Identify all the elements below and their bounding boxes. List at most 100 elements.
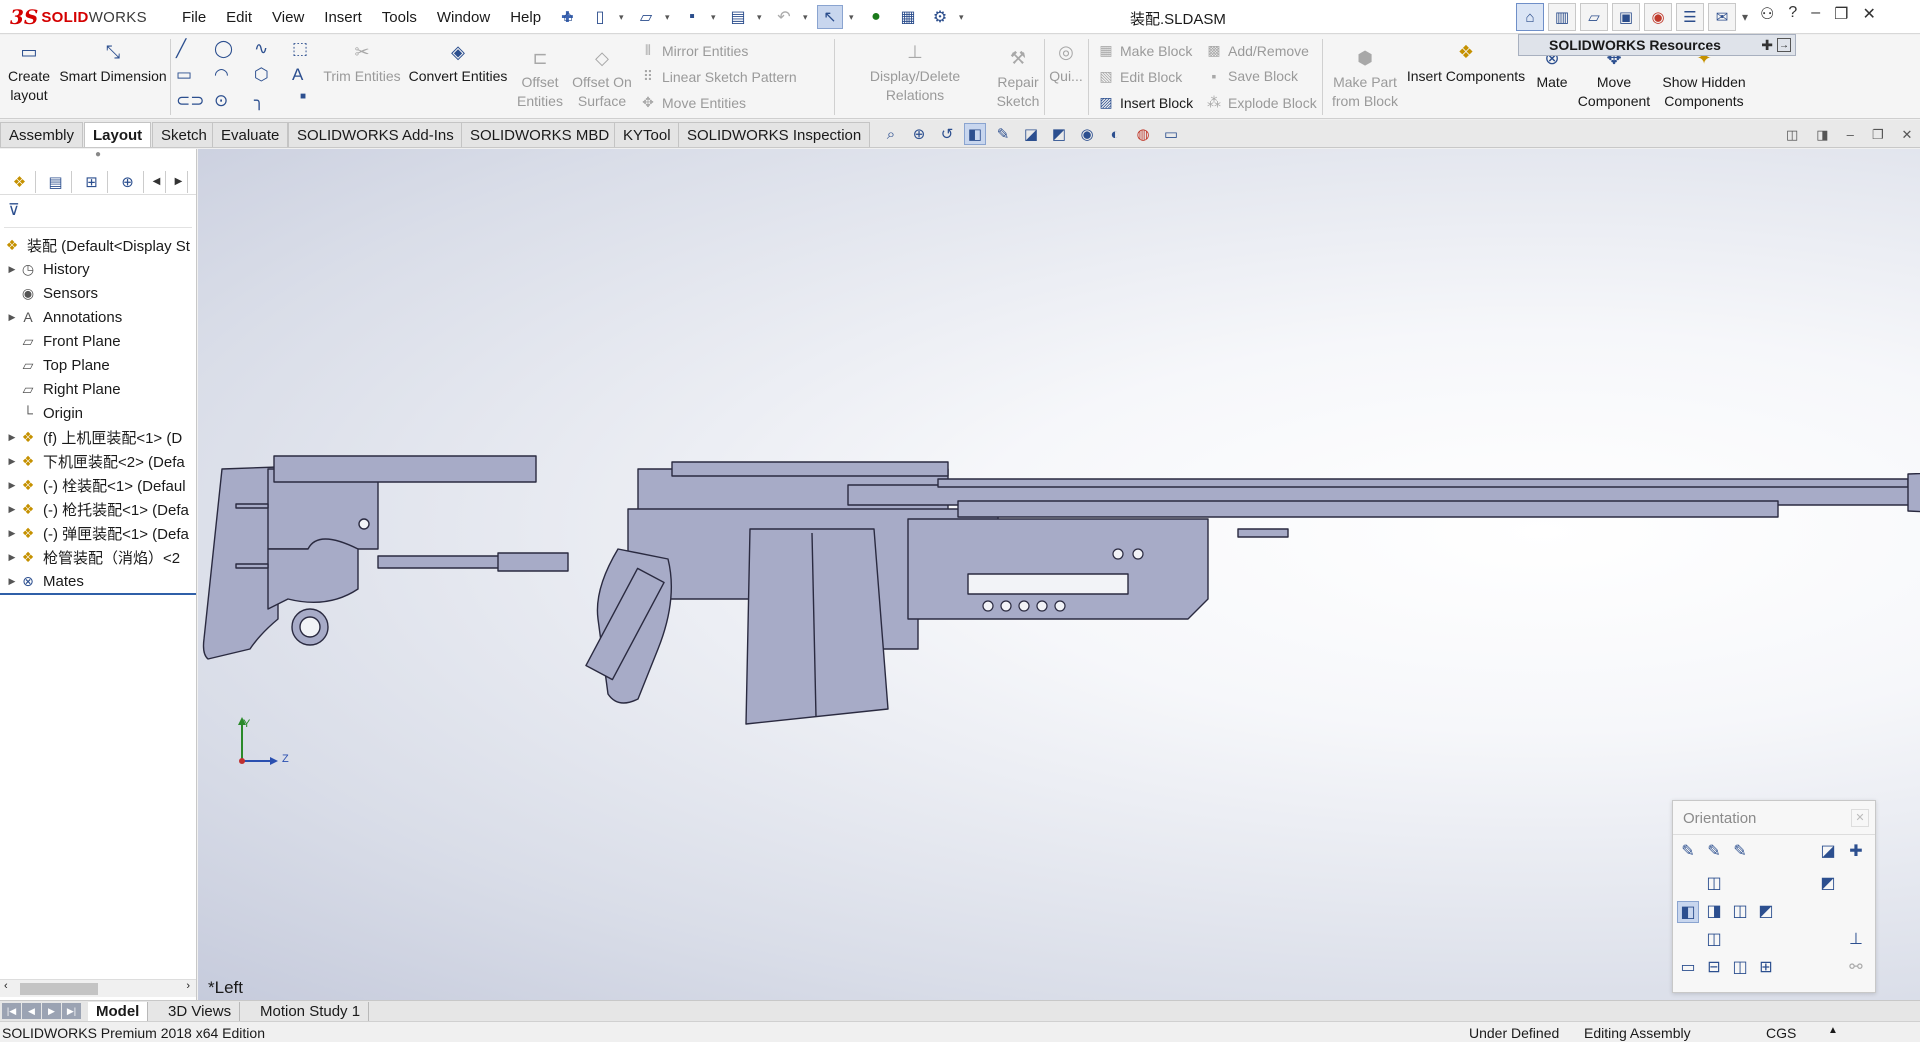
- last-tab-icon[interactable]: ▶|: [62, 1003, 81, 1019]
- explode-block-button[interactable]: ⁂ Explode Block: [1206, 94, 1317, 111]
- viewport-restore-icon[interactable]: ❐: [1872, 127, 1884, 143]
- tree-item-top-plane[interactable]: ▱ Top Plane: [0, 353, 196, 377]
- tab-kytool[interactable]: KYTool: [614, 122, 680, 147]
- scroll-left-icon[interactable]: ‹: [4, 980, 8, 992]
- menu-help[interactable]: Help: [500, 9, 551, 26]
- new-view-icon[interactable]: ✎: [1677, 841, 1699, 863]
- move-component-button[interactable]: ✥ Move Component: [1576, 49, 1652, 111]
- point-icon[interactable]: ■: [300, 91, 306, 102]
- repair-sketch-button[interactable]: ⚒ Repair Sketch: [994, 49, 1042, 111]
- save-icon[interactable]: ▪: [679, 5, 705, 29]
- display-delete-relations-button[interactable]: ⊥ Display/Delete Relations: [840, 43, 990, 105]
- new-document-icon[interactable]: ▯: [587, 5, 613, 29]
- custom-properties-icon[interactable]: ☰: [1676, 3, 1704, 31]
- menu-tools[interactable]: Tools: [372, 9, 427, 26]
- previous-view-icon[interactable]: ↺: [936, 123, 958, 145]
- zoom-to-area-icon[interactable]: ⊕: [908, 123, 930, 145]
- options-gear-icon[interactable]: ⚙: [927, 5, 953, 29]
- normal-to-icon[interactable]: ⊥: [1845, 929, 1867, 951]
- scrollbar-thumb[interactable]: [20, 983, 98, 995]
- polygon-icon[interactable]: ⬡: [254, 65, 269, 85]
- view-palette-icon[interactable]: ▣: [1612, 3, 1640, 31]
- tab-addins[interactable]: SOLIDWORKS Add-Ins: [288, 122, 463, 147]
- make-part-from-block-button[interactable]: ⬢ Make Part from Block: [1330, 49, 1400, 111]
- ellipse-icon[interactable]: ⊙: [214, 91, 228, 111]
- property-manager-tab-icon[interactable]: ▤: [40, 170, 72, 193]
- tree-item-stock[interactable]: ▶ ❖ (-) 枪托装配<1> (Defa: [0, 497, 196, 521]
- offset-on-surface-button[interactable]: ◇ Offset On Surface: [568, 49, 636, 111]
- quick-snaps-button[interactable]: ◎ Qui...: [1048, 43, 1084, 86]
- save-block-button[interactable]: ▪ Save Block: [1206, 68, 1299, 84]
- tree-item-right-plane[interactable]: ▱ Right Plane: [0, 377, 196, 401]
- tree-item-origin[interactable]: └ Origin: [0, 401, 196, 425]
- tree-item-mates[interactable]: ▶ ⊗ Mates: [0, 569, 196, 593]
- four-view-icon[interactable]: ⊞: [1755, 957, 1777, 979]
- bottom-view-icon[interactable]: ◫: [1703, 929, 1725, 951]
- rebuild-icon[interactable]: ●: [863, 5, 889, 29]
- hide-show-items-icon[interactable]: ◉: [1076, 123, 1098, 145]
- undo-icon[interactable]: ↶: [771, 5, 797, 29]
- tree-item-magazine[interactable]: ▶ ❖ (-) 弹匣装配<1> (Defa: [0, 521, 196, 545]
- tree-item-sensors[interactable]: ◉ Sensors: [0, 281, 196, 305]
- view-orientation-icon[interactable]: ◪: [1020, 123, 1042, 145]
- undo-dropdown-icon[interactable]: ▾: [803, 12, 811, 23]
- select-dropdown-icon[interactable]: ▾: [849, 12, 857, 23]
- select-pointer-icon[interactable]: ↖: [817, 5, 843, 29]
- split-vertical-icon[interactable]: ◨: [1816, 127, 1828, 143]
- fillet-icon[interactable]: ╮: [254, 91, 264, 111]
- menu-file[interactable]: File: [172, 9, 216, 26]
- close-icon[interactable]: ✕: [1863, 4, 1876, 24]
- design-library-icon[interactable]: ▥: [1548, 3, 1576, 31]
- line-icon[interactable]: ╱: [176, 39, 186, 59]
- orientation-pin-icon[interactable]: ✚: [1845, 841, 1867, 863]
- horizontal-scrollbar[interactable]: ‹ ›: [0, 979, 196, 997]
- tab-sketch[interactable]: Sketch: [152, 122, 216, 147]
- tree-item-bolt[interactable]: ▶ ❖ (-) 栓装配<1> (Defaul: [0, 473, 196, 497]
- convert-entities-button[interactable]: ◈ Convert Entities: [408, 43, 508, 86]
- top-view-icon[interactable]: ◫: [1703, 873, 1725, 895]
- link-views-icon[interactable]: ⚯: [1845, 957, 1867, 979]
- isometric-view-icon[interactable]: ◩: [1817, 873, 1839, 895]
- forum-icon[interactable]: ✉: [1708, 3, 1736, 31]
- edit-appearance-icon[interactable]: ◐: [1104, 123, 1126, 145]
- tab-assembly[interactable]: Assembly: [0, 122, 84, 147]
- expand-arrow-icon[interactable]: ▶: [6, 480, 18, 491]
- expand-arrow-icon[interactable]: ▶: [6, 504, 18, 515]
- task-pane-dropdown-icon[interactable]: ▾: [1742, 10, 1750, 24]
- reset-standard-views-icon[interactable]: ✎: [1729, 841, 1751, 863]
- resources-home-icon[interactable]: ⌂: [1516, 3, 1544, 31]
- add-remove-button[interactable]: ▩ Add/Remove: [1206, 42, 1309, 59]
- tree-item-annotations[interactable]: ▶ A Annotations: [0, 305, 196, 329]
- tree-root-assembly[interactable]: ❖ 装配 (Default<Display St: [0, 233, 196, 257]
- slot-icon[interactable]: ⊂⊃: [176, 91, 205, 111]
- make-block-button[interactable]: ▦ Make Block: [1098, 42, 1192, 59]
- show-hidden-components-button[interactable]: ✦ Show Hidden Components: [1656, 49, 1752, 111]
- tree-item-barrel[interactable]: ▶ ❖ 枪管装配（消焰）<2: [0, 545, 196, 569]
- tab-inspection[interactable]: SOLIDWORKS Inspection: [678, 122, 871, 147]
- open-dropdown-icon[interactable]: ▾: [665, 12, 673, 23]
- view-selector-icon[interactable]: ◪: [1817, 841, 1839, 863]
- right-view-icon[interactable]: ◫: [1729, 901, 1751, 923]
- graphics-area[interactable]: Y Z: [198, 149, 1920, 1000]
- expand-arrow-icon[interactable]: ▶: [6, 552, 18, 563]
- filter-icon[interactable]: ⊽: [4, 198, 192, 228]
- rifle-assembly-model[interactable]: [198, 149, 1920, 1000]
- status-units[interactable]: CGS: [1766, 1025, 1796, 1041]
- resources-pin-icon[interactable]: ✚: [1761, 37, 1773, 54]
- text-icon[interactable]: A: [292, 65, 303, 85]
- expand-arrow-icon[interactable]: ▶: [6, 264, 18, 275]
- help-icon[interactable]: ?: [1788, 4, 1797, 24]
- arc-icon[interactable]: ◠: [214, 65, 229, 85]
- prev-tab-icon[interactable]: ◀: [22, 1003, 41, 1019]
- move-entities-button[interactable]: ✥ Move Entities: [640, 94, 746, 111]
- expand-arrow-icon[interactable]: ▶: [6, 456, 18, 467]
- file-properties-icon[interactable]: ▦: [895, 5, 921, 29]
- menu-window[interactable]: Window: [427, 9, 500, 26]
- print-icon[interactable]: ▤: [725, 5, 751, 29]
- two-view-horizontal-icon[interactable]: ⊟: [1703, 957, 1725, 979]
- restore-icon[interactable]: ❐: [1834, 4, 1848, 24]
- trim-entities-button[interactable]: ✂ Trim Entities: [322, 43, 402, 86]
- tab-3d-views[interactable]: 3D Views: [160, 1002, 241, 1021]
- print-dropdown-icon[interactable]: ▾: [757, 12, 765, 23]
- section-view-icon[interactable]: ◧: [964, 123, 986, 145]
